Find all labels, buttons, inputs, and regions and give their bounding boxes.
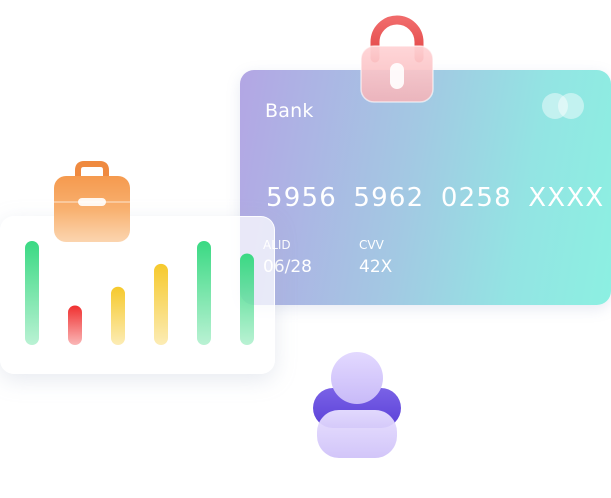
bank-name: Bank: [265, 100, 314, 122]
bar-chart-panel: [0, 216, 275, 374]
cvv-value: 42X: [359, 257, 393, 277]
chart-bar-5: [197, 241, 211, 345]
chart-bar-6: [240, 253, 254, 345]
card-brand-icon: [542, 93, 584, 119]
card-number: 5956 5962 0258 XXXX: [266, 183, 605, 213]
cvv-label: CVV: [359, 238, 384, 252]
bar-chart: [25, 241, 254, 345]
lock-icon: [360, 15, 434, 103]
chart-bar-3: [111, 286, 125, 345]
briefcase-icon: [54, 161, 130, 242]
chart-bar-4: [154, 263, 168, 345]
user-icon: [313, 352, 401, 458]
chart-bar-1: [25, 241, 39, 345]
chart-bar-2: [68, 305, 82, 345]
